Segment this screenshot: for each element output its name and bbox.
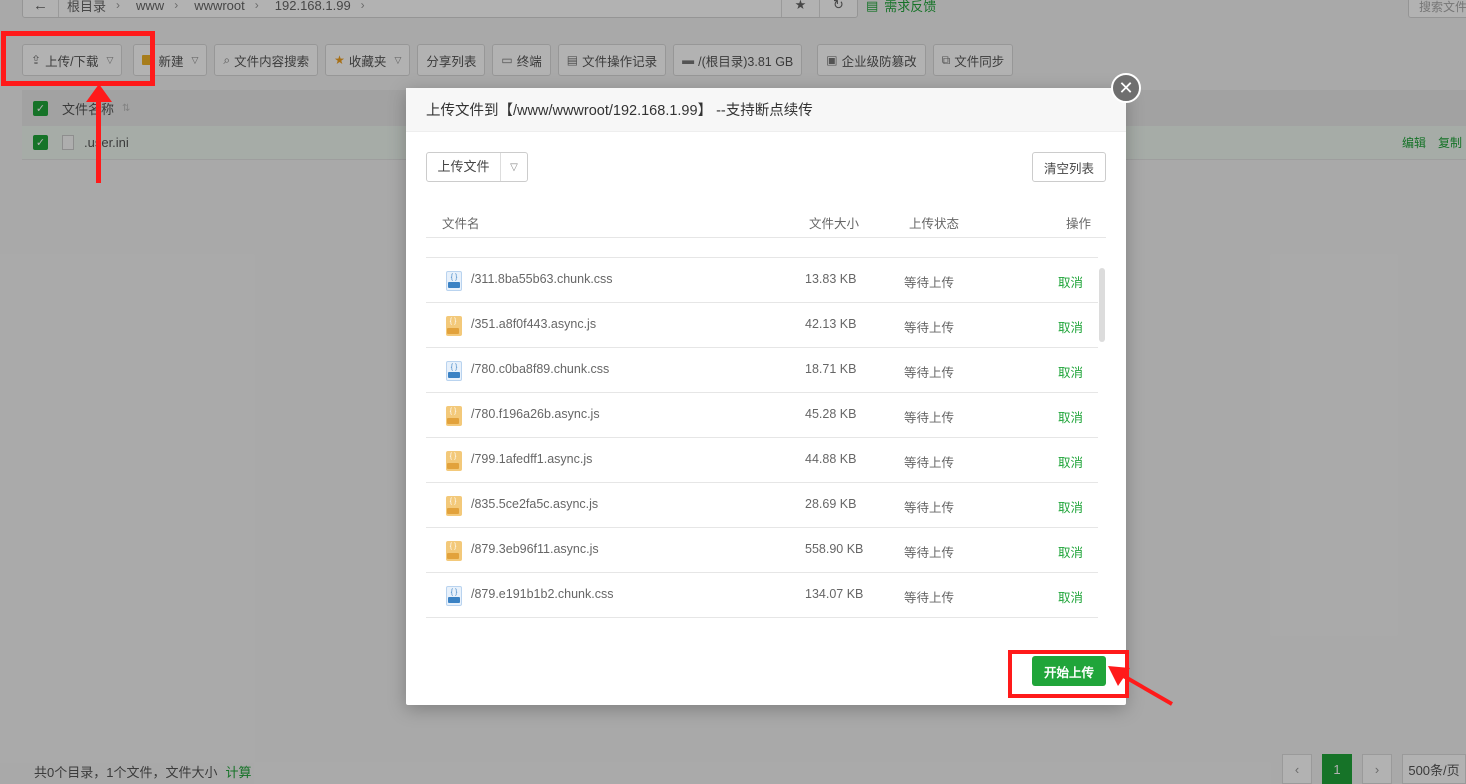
file-size: 28.69 KB xyxy=(805,497,857,511)
file-type-tag-icon xyxy=(447,463,459,469)
js-file-icon: { } xyxy=(446,541,462,561)
table-row: { } /835.5ce2fa5c.async.js 28.69 KB 等待上传 取消 xyxy=(426,483,1098,528)
css-file-icon: { } xyxy=(446,586,462,606)
file-size: 13.83 KB xyxy=(805,272,857,286)
table-row xyxy=(426,618,1098,640)
file-size: 45.28 KB xyxy=(805,407,857,421)
braces-icon: { } xyxy=(449,498,457,505)
file-type-tag-icon xyxy=(448,597,460,603)
annotation-arrow-shaft xyxy=(96,95,101,183)
braces-icon: { } xyxy=(450,589,458,596)
upload-table-header: 文件名 文件大小 上传状态 操作 xyxy=(426,204,1106,238)
cancel-link[interactable]: 取消 xyxy=(1058,317,1083,336)
file-name: /780.f196a26b.async.js xyxy=(471,407,600,421)
js-file-icon: { } xyxy=(446,496,462,516)
braces-icon: { } xyxy=(450,364,458,371)
upload-status: 等待上传 xyxy=(904,276,955,290)
upload-status: 等待上传 xyxy=(904,546,955,560)
annotation-arrow-head xyxy=(86,84,112,102)
upload-file-list[interactable]: { }/311.8ba55b63.chunk.css 13.83 KB 等待上传 取消… xyxy=(426,238,1098,640)
table-row xyxy=(426,238,1098,258)
file-type-tag-icon xyxy=(447,553,459,559)
table-row: { } /780.f196a26b.async.js 45.28 KB 等待上传 取消 xyxy=(426,393,1098,438)
file-name: /311.8ba55b63.chunk.css xyxy=(471,272,613,286)
file-name: /879.3eb96f11.async.js xyxy=(471,542,599,556)
upload-status: 等待上传 xyxy=(904,591,955,605)
upload-status: 等待上传 xyxy=(904,321,955,335)
upload-dialog: 上传文件到【/www/wwwroot/192.168.1.99】 --支持断点续… xyxy=(406,88,1126,705)
cancel-link[interactable]: 取消 xyxy=(1058,407,1083,426)
braces-icon: { } xyxy=(449,543,457,550)
chevron-down-icon[interactable]: ▽ xyxy=(501,162,527,173)
css-file-icon: { } xyxy=(446,361,462,381)
table-row: { } /780.c0ba8f89.chunk.css 18.71 KB 等待上传 取消 xyxy=(426,348,1098,393)
braces-icon: { } xyxy=(449,453,457,460)
file-type-tag-icon xyxy=(448,372,460,378)
file-type-tag-icon xyxy=(447,328,459,334)
scrollbar[interactable] xyxy=(1098,238,1106,640)
braces-icon: { } xyxy=(449,408,457,415)
js-file-icon: { } xyxy=(446,451,462,471)
cancel-link[interactable]: 取消 xyxy=(1058,452,1083,471)
annotation-highlight-box xyxy=(1,31,155,86)
file-name: /351.a8f0f443.async.js xyxy=(471,317,597,331)
col-file-name: 文件名 xyxy=(442,217,480,231)
upload-status: 等待上传 xyxy=(904,411,955,425)
table-row: { } /879.e191b1b2.chunk.css 134.07 KB 等待上传 取… xyxy=(426,573,1098,618)
file-size: 44.88 KB xyxy=(805,452,857,466)
file-size: 558.90 KB xyxy=(805,542,864,556)
table-row: { } /879.3eb96f11.async.js 558.90 KB 等待上传 取消 xyxy=(426,528,1098,573)
file-name: /879.e191b1b2.chunk.css xyxy=(471,587,614,601)
file-name: /780.c0ba8f89.chunk.css xyxy=(471,362,610,376)
upload-status: 等待上传 xyxy=(904,456,955,470)
dialog-title: 上传文件到【/www/wwwroot/192.168.1.99】 --支持断点续… xyxy=(406,88,1126,132)
file-name: /835.5ce2fa5c.async.js xyxy=(471,497,599,511)
upload-status: 等待上传 xyxy=(904,501,955,515)
cancel-link[interactable]: 取消 xyxy=(1058,587,1083,606)
cancel-link[interactable]: 取消 xyxy=(1058,497,1083,516)
css-file-icon: { } xyxy=(446,271,462,291)
file-size: 18.71 KB xyxy=(805,362,857,376)
braces-icon: { } xyxy=(449,318,457,325)
clear-list-button[interactable]: 清空列表 xyxy=(1032,152,1106,182)
annotation-arrow xyxy=(1108,666,1173,706)
js-file-icon: { } xyxy=(446,406,462,426)
file-size: 134.07 KB xyxy=(805,587,864,601)
file-name: /799.1afedff1.async.js xyxy=(471,452,593,466)
scrollbar-thumb[interactable] xyxy=(1099,268,1105,342)
table-row: { } /351.a8f0f443.async.js 42.13 KB 等待上传 取消 xyxy=(426,303,1098,348)
table-row: { } /311.8ba55b63.chunk.css 13.83 KB 等待上传 取消 xyxy=(426,258,1098,303)
upload-files-label[interactable]: 上传文件 xyxy=(427,153,501,181)
file-type-tag-icon xyxy=(447,418,459,424)
cancel-link[interactable]: 取消 xyxy=(1058,362,1083,381)
file-type-tag-icon xyxy=(448,282,460,288)
col-upload-status: 上传状态 xyxy=(909,217,960,231)
upload-status: 等待上传 xyxy=(904,366,955,380)
col-file-size: 文件大小 xyxy=(809,217,860,231)
js-file-icon: { } xyxy=(446,316,462,336)
file-type-tag-icon xyxy=(447,508,459,514)
cancel-link[interactable]: 取消 xyxy=(1058,272,1083,291)
file-size: 42.13 KB xyxy=(805,317,857,331)
upload-files-button[interactable]: 上传文件 ▽ xyxy=(426,152,528,182)
table-row: { } /799.1afedff1.async.js 44.88 KB 等待上传 取消 xyxy=(426,438,1098,483)
close-icon[interactable]: ✕ xyxy=(1111,73,1141,103)
col-action: 操作 xyxy=(1066,217,1092,231)
braces-icon: { } xyxy=(450,274,458,281)
cancel-link[interactable]: 取消 xyxy=(1058,542,1083,561)
